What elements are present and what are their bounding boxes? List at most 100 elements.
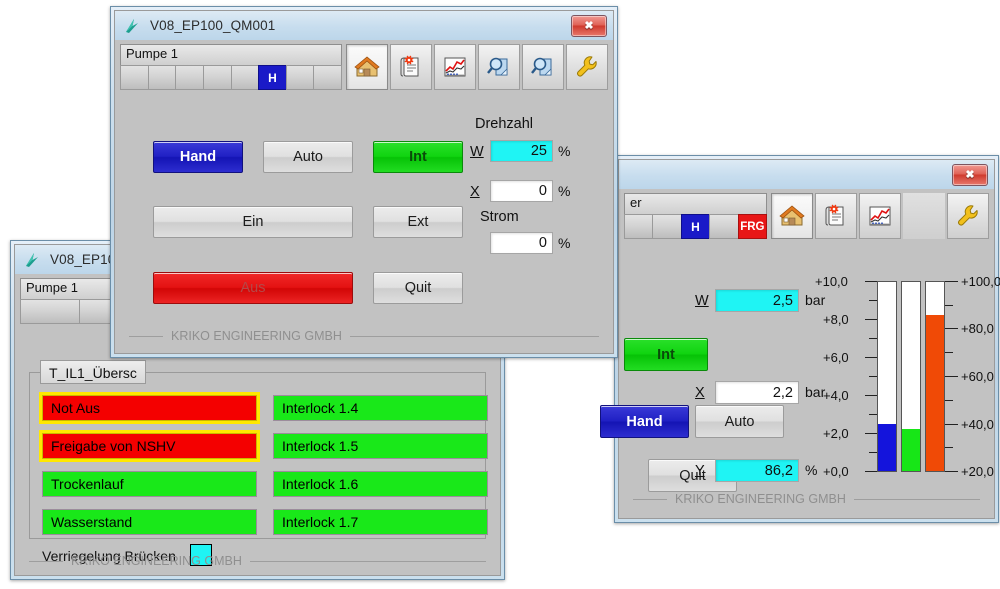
x-value: 2,2 — [715, 381, 799, 404]
status-cell[interactable] — [230, 65, 259, 90]
status-cell[interactable] — [624, 214, 653, 239]
header-strip: Pumpe 1 H — [120, 44, 608, 92]
gauge-tick — [945, 471, 958, 472]
quit-button[interactable]: Quit — [373, 272, 463, 304]
brand-footer: KRIKO ENGINEERING GMBH — [29, 554, 486, 568]
gauge-tick — [865, 357, 877, 358]
pump-window[interactable]: V08_EP100_QM001 Pumpe 1 H — [110, 6, 618, 358]
aus-button[interactable]: Aus — [153, 272, 353, 304]
x-label: X — [695, 385, 705, 401]
w-value[interactable]: 2,5 — [715, 289, 799, 312]
gauge-right-tick-label: +100,0 — [961, 274, 1000, 289]
alarm-list-icon[interactable] — [815, 193, 857, 239]
gauge-left-tick-label: +2,0 — [823, 426, 849, 441]
toolbar-spacer — [903, 193, 945, 239]
wrench-icon[interactable] — [566, 44, 608, 90]
brand-footer: KRIKO ENGINEERING GMBH — [633, 492, 980, 506]
gauge-tick — [865, 281, 877, 282]
interlock-item[interactable]: Not Aus — [39, 392, 260, 424]
status-cell[interactable] — [175, 65, 203, 90]
home-icon[interactable] — [771, 193, 813, 239]
current-title: Strom — [480, 209, 519, 225]
interlock-item[interactable]: Interlock 1.5 — [273, 433, 488, 459]
gauge-bar-w-fill — [878, 423, 896, 471]
brand-footer: KRIKO ENGINEERING GMBH — [129, 329, 599, 343]
interlock-label: Interlock 1.5 — [282, 438, 359, 454]
interlock-item[interactable]: Interlock 1.4 — [273, 395, 488, 421]
status-cell[interactable] — [313, 65, 342, 90]
gauge-tick — [945, 424, 958, 425]
titlebar[interactable]: V08_EP100_QM001 — [115, 11, 613, 40]
home-icon[interactable] — [346, 44, 388, 90]
gauge-bar-y — [925, 281, 945, 472]
auto-button[interactable]: Auto — [263, 141, 353, 173]
x-value: 0 — [490, 180, 553, 202]
client-area: er H FRG W 2,5 bar Int X 2,2 bar Hand Au… — [600, 189, 1000, 518]
status-cell[interactable] — [202, 65, 231, 90]
interlock-item[interactable]: Interlock 1.6 — [273, 471, 488, 497]
alarm-list-icon[interactable] — [390, 44, 432, 90]
device-name: Pumpe 1 — [120, 44, 342, 65]
ext-button[interactable]: Ext — [373, 206, 463, 238]
status-cell[interactable] — [652, 214, 681, 239]
brand-rule-right — [249, 560, 486, 562]
status-cell-hand[interactable]: H — [258, 65, 286, 90]
status-cell[interactable] — [285, 65, 314, 90]
status-cell[interactable] — [20, 299, 80, 324]
window-inner: V08_EP100_QM001 Pumpe 1 H — [114, 10, 614, 354]
interlock-item[interactable]: Trockenlauf — [42, 471, 257, 497]
wrench-icon[interactable] — [947, 193, 989, 239]
interlock-item[interactable]: Wasserstand — [42, 509, 257, 535]
panel-body: Drehzahl Hand Auto Int W 25 % Ein Ext X … — [115, 92, 613, 353]
brand-rule-right — [853, 498, 980, 500]
auto-button[interactable]: Auto — [695, 405, 784, 438]
group-tab-label[interactable]: T_IL1_Übersc — [40, 360, 146, 384]
panel-body: W 2,5 bar Int X 2,2 bar Hand Auto Quit Y… — [600, 241, 1000, 518]
close-icon[interactable] — [571, 15, 607, 37]
gauge-bar-x-fill — [902, 429, 920, 471]
gauge-left-tick-label: +8,0 — [823, 312, 849, 327]
trend-chart-icon[interactable] — [434, 44, 476, 90]
app-logo-icon — [23, 251, 45, 269]
int-button[interactable]: Int — [373, 141, 463, 173]
interlock-label: Freigabe von NSHV — [51, 438, 176, 454]
status-cell[interactable] — [147, 65, 176, 90]
gauge-left-tick-label: +0,0 — [823, 464, 849, 479]
current-unit: % — [558, 235, 571, 251]
gauge-tick — [865, 433, 877, 434]
current-value: 0 — [490, 232, 553, 254]
interlock-item[interactable]: Interlock 1.7 — [273, 509, 488, 535]
gauge-bar-x — [901, 281, 921, 472]
gauge-minor-tick — [869, 300, 877, 301]
titlebar[interactable] — [619, 160, 994, 189]
controller-window[interactable]: er H FRG — [600, 155, 1000, 523]
gauge-tick — [945, 328, 958, 329]
gauge-tick — [945, 281, 958, 282]
ein-button[interactable]: Ein — [153, 206, 353, 238]
w-unit: % — [558, 143, 571, 159]
hand-button[interactable]: Hand — [600, 405, 689, 438]
hand-button[interactable]: Hand — [153, 141, 243, 173]
status-cell[interactable] — [120, 65, 148, 90]
w-label: W — [470, 144, 484, 160]
zoom-page-icon[interactable] — [478, 44, 520, 90]
brand-rule-left — [29, 560, 63, 562]
status-cell-row: H — [120, 65, 342, 90]
gauge-bar-y-fill — [926, 314, 944, 471]
zoom-page-2-icon[interactable] — [522, 44, 564, 90]
x-unit: % — [558, 183, 571, 199]
trend-chart-icon[interactable] — [859, 193, 901, 239]
brand-rule-right — [349, 335, 599, 337]
gauge-tick — [865, 471, 877, 472]
status-cell[interactable] — [709, 214, 738, 239]
y-value[interactable]: 86,2 — [715, 459, 799, 482]
status-cell-hand[interactable]: H — [680, 214, 710, 239]
w-value[interactable]: 25 — [490, 140, 553, 162]
gauge-right-tick-label: +60,0 — [961, 369, 994, 384]
close-icon[interactable] — [952, 164, 988, 186]
gauge-tick — [865, 319, 877, 320]
int-button[interactable]: Int — [624, 338, 708, 371]
device-name: er — [624, 193, 767, 214]
interlock-item-selected[interactable]: Freigabe von NSHV — [39, 430, 260, 462]
status-cell-frg[interactable]: FRG — [737, 214, 768, 239]
